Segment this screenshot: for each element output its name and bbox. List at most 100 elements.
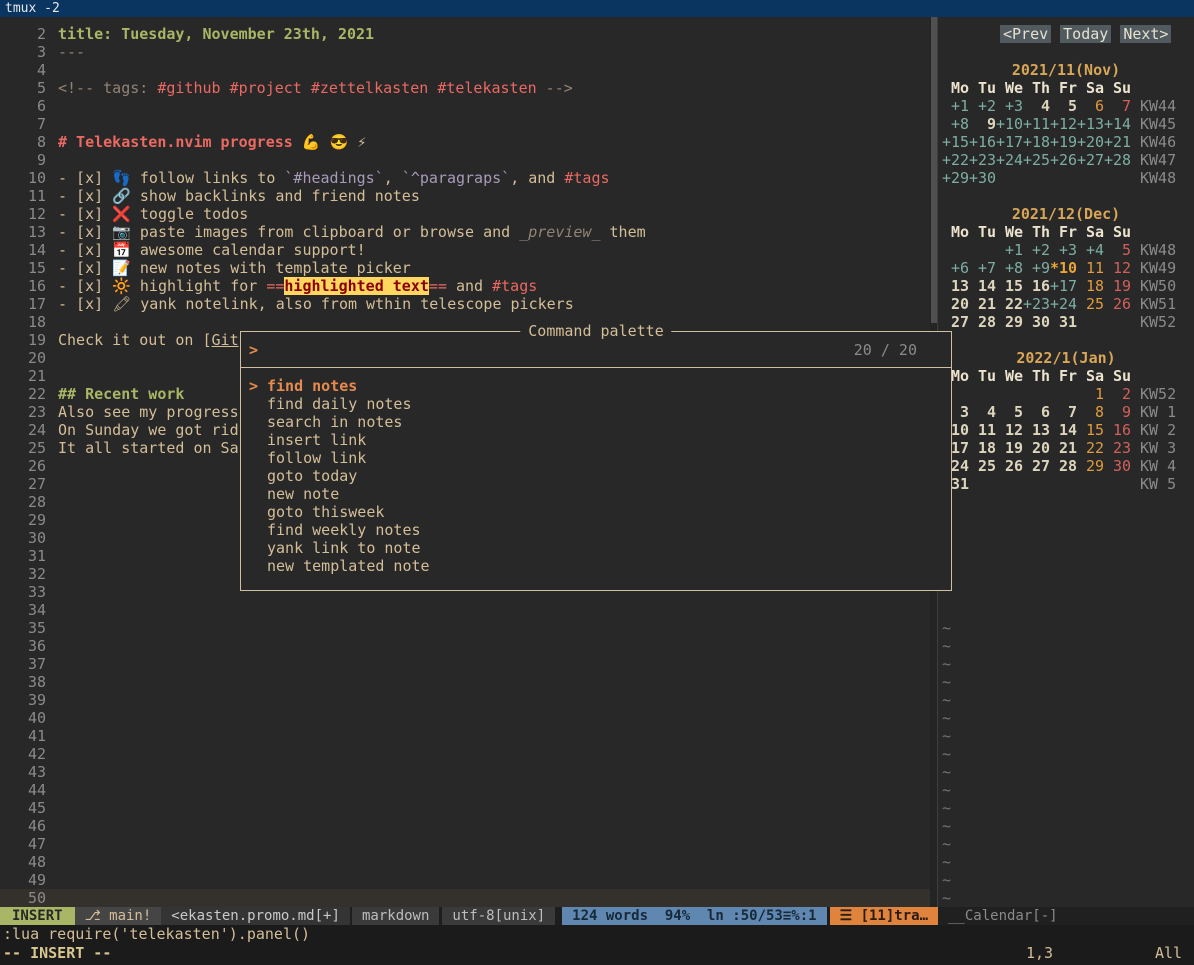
palette-item[interactable]: follow link [241, 449, 951, 467]
editor-line[interactable]: 13- [x] 📷 paste images from clipboard or… [0, 223, 930, 241]
editor-line[interactable]: 41 [0, 727, 930, 745]
day-cell[interactable]: +29 [942, 169, 969, 187]
editor-line[interactable]: 3--- [0, 43, 930, 61]
editor-line[interactable]: 5<!-- tags: #github #project #zettelkast… [0, 79, 930, 97]
day-cell[interactable]: 4 [1023, 97, 1050, 115]
day-cell[interactable]: 31 [1050, 313, 1077, 331]
day-cell[interactable]: 26 [1104, 295, 1131, 313]
day-cell[interactable]: 28 [1050, 457, 1077, 475]
day-cell[interactable]: 19 [996, 439, 1023, 457]
editor-line[interactable]: 16- [x] 🔆 highlight for ==highlighted te… [0, 277, 930, 295]
day-cell[interactable]: +6 [942, 259, 969, 277]
day-cell[interactable]: 30 [1023, 313, 1050, 331]
palette-item[interactable]: find daily notes [241, 395, 951, 413]
day-cell[interactable]: +1 [942, 97, 969, 115]
palette-item[interactable]: >find notes [241, 377, 951, 395]
day-cell[interactable]: 14 [969, 277, 996, 295]
day-cell[interactable]: +27 [1077, 151, 1104, 169]
commandline[interactable]: :lua require('telekasten').panel() [0, 925, 1194, 943]
day-cell[interactable]: 27 [1023, 457, 1050, 475]
day-cell[interactable]: +17 [1050, 277, 1077, 295]
cal-today-button[interactable]: Today [1060, 25, 1111, 43]
day-cell[interactable]: 2 [1104, 385, 1131, 403]
day-cell[interactable]: 16 [1023, 277, 1050, 295]
editor-line[interactable]: 40 [0, 709, 930, 727]
day-cell[interactable]: +12 [1050, 115, 1077, 133]
day-cell[interactable]: 5 [1050, 97, 1077, 115]
day-cell[interactable]: +18 [1023, 133, 1050, 151]
day-cell[interactable]: 13 [1023, 421, 1050, 439]
editor-line[interactable]: 14- [x] 📅 awesome calendar support! [0, 241, 930, 259]
day-cell[interactable]: +17 [996, 133, 1023, 151]
editor-line[interactable]: 2title: Tuesday, November 23th, 2021 [0, 25, 930, 43]
day-cell[interactable]: 1 [1077, 385, 1104, 403]
day-cell[interactable]: 14 [1050, 421, 1077, 439]
day-cell[interactable]: 18 [969, 439, 996, 457]
day-cell[interactable]: 22 [996, 295, 1023, 313]
day-cell[interactable]: +11 [1023, 115, 1050, 133]
day-cell[interactable]: 7 [1104, 97, 1131, 115]
day-cell[interactable]: 4 [969, 403, 996, 421]
editor-line[interactable]: 38 [0, 673, 930, 691]
palette-item[interactable]: yank link to note [241, 539, 951, 557]
day-cell[interactable]: 20 [1023, 439, 1050, 457]
day-cell[interactable]: +2 [969, 97, 996, 115]
day-cell[interactable]: +3 [1050, 241, 1077, 259]
editor-line[interactable]: 47 [0, 835, 930, 853]
day-cell[interactable]: 15 [996, 277, 1023, 295]
editor-line[interactable]: 43 [0, 763, 930, 781]
editor-line[interactable]: 42 [0, 745, 930, 763]
day-cell[interactable]: 9 [1104, 403, 1131, 421]
day-cell[interactable]: +24 [1050, 295, 1077, 313]
editor-line[interactable]: 36 [0, 637, 930, 655]
day-cell[interactable]: +16 [969, 133, 996, 151]
editor-line[interactable]: 4 [0, 61, 930, 79]
editor-line[interactable]: 45 [0, 799, 930, 817]
editor-line[interactable]: 10- [x] 👣 follow links to `#headings`, `… [0, 169, 930, 187]
day-cell[interactable]: 25 [969, 457, 996, 475]
day-cell[interactable]: +25 [1023, 151, 1050, 169]
day-cell[interactable]: 12 [996, 421, 1023, 439]
day-cell[interactable]: 7 [1050, 403, 1077, 421]
day-cell[interactable]: 15 [1077, 421, 1104, 439]
cal-next-button[interactable]: Next> [1120, 25, 1171, 43]
day-cell[interactable]: 6 [1023, 403, 1050, 421]
cal-prev-button[interactable]: <Prev [1000, 25, 1051, 43]
day-cell[interactable]: +20 [1077, 133, 1104, 151]
day-cell[interactable]: +15 [942, 133, 969, 151]
day-cell[interactable]: 9 [969, 115, 996, 133]
palette-item[interactable]: new note [241, 485, 951, 503]
day-cell[interactable]: 22 [1077, 439, 1104, 457]
editor-line[interactable]: 18 [0, 313, 930, 331]
editor-line[interactable]: 44 [0, 781, 930, 799]
editor-line[interactable]: 50 [0, 889, 930, 907]
day-cell[interactable]: 28 [969, 313, 996, 331]
day-cell[interactable]: 21 [1050, 439, 1077, 457]
palette-item[interactable]: goto today [241, 467, 951, 485]
day-cell[interactable]: 21 [969, 295, 996, 313]
day-cell[interactable]: 20 [942, 295, 969, 313]
editor-line[interactable]: 48 [0, 853, 930, 871]
editor-line[interactable]: 6 [0, 97, 930, 115]
day-cell[interactable]: +26 [1050, 151, 1077, 169]
day-cell[interactable]: 30 [1104, 457, 1131, 475]
day-cell[interactable]: +28 [1104, 151, 1131, 169]
day-cell[interactable]: 11 [1077, 259, 1104, 277]
day-cell[interactable]: +10 [996, 115, 1023, 133]
day-cell[interactable]: +4 [1077, 241, 1104, 259]
editor-line[interactable]: 7 [0, 115, 930, 133]
editor-line[interactable]: 34 [0, 601, 930, 619]
day-cell[interactable]: +22 [942, 151, 969, 169]
day-cell[interactable]: +19 [1050, 133, 1077, 151]
day-cell[interactable]: 16 [1104, 421, 1131, 439]
day-cell[interactable]: +23 [969, 151, 996, 169]
editor-line[interactable]: 39 [0, 691, 930, 709]
day-cell[interactable]: 6 [1077, 97, 1104, 115]
day-cell[interactable]: +14 [1104, 115, 1131, 133]
editor-line[interactable]: 11- [x] 🔗 show backlinks and friend note… [0, 187, 930, 205]
day-cell[interactable]: 26 [996, 457, 1023, 475]
day-cell[interactable]: 11 [969, 421, 996, 439]
editor-line[interactable]: 9 [0, 151, 930, 169]
day-cell[interactable]: +8 [942, 115, 969, 133]
day-cell[interactable]: 8 [1077, 403, 1104, 421]
